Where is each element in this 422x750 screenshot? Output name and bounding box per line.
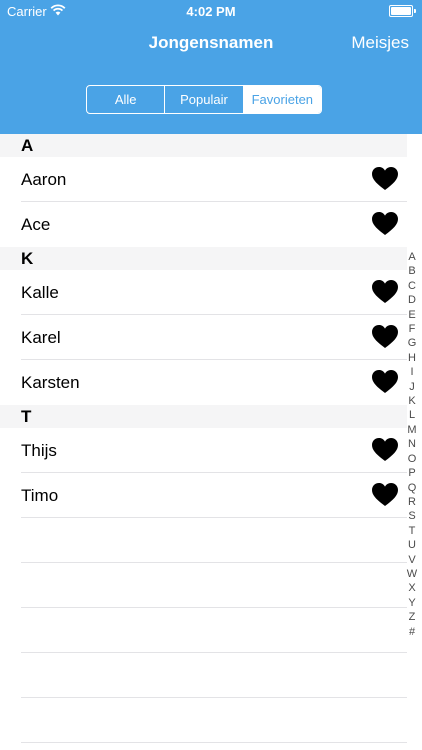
list-item[interactable]: Timo [21, 473, 407, 518]
name-label: Aaron [21, 170, 67, 189]
index-letter[interactable]: I [410, 365, 413, 379]
list-item[interactable]: Ace [21, 202, 407, 247]
navigation-header: Carrier 4:02 PM Jongensnamen Meisjes All… [0, 0, 422, 134]
index-letter[interactable]: T [409, 524, 416, 538]
index-letter[interactable]: # [409, 625, 415, 639]
index-letter[interactable]: Q [408, 481, 417, 495]
index-letter[interactable]: O [408, 452, 417, 466]
heart-icon[interactable] [372, 325, 398, 349]
index-letter[interactable]: V [408, 553, 415, 567]
index-letter[interactable]: G [408, 336, 417, 350]
status-time: 4:02 PM [186, 4, 236, 19]
segment-alle[interactable]: Alle [87, 86, 166, 113]
index-letter[interactable]: E [408, 308, 415, 322]
empty-row [21, 563, 407, 608]
list-item[interactable]: Karel [21, 315, 407, 360]
empty-row [21, 518, 407, 563]
heart-icon[interactable] [372, 280, 398, 304]
index-letter[interactable]: L [409, 408, 415, 422]
list-item[interactable]: Thijs [21, 428, 407, 473]
index-letter[interactable]: M [407, 423, 416, 437]
names-list: A Aaron Ace K Kalle Karel Karsten T Thij… [0, 134, 407, 743]
index-letter[interactable]: A [408, 250, 415, 264]
index-letter[interactable]: R [408, 495, 416, 509]
name-label: Ace [21, 215, 51, 234]
index-letter[interactable]: F [409, 322, 416, 336]
battery-icon [389, 5, 416, 17]
index-letter[interactable]: H [408, 351, 416, 365]
index-letter[interactable]: C [408, 279, 416, 293]
section-header-t: T [0, 405, 407, 428]
list-item[interactable]: Karsten [21, 360, 407, 405]
list-item[interactable]: Aaron [21, 157, 407, 202]
index-letter[interactable]: U [408, 538, 416, 552]
segment-populair[interactable]: Populair [165, 86, 244, 113]
heart-icon[interactable] [372, 483, 398, 507]
index-letter[interactable]: S [408, 509, 415, 523]
index-letter[interactable]: D [408, 293, 416, 307]
section-index-bar[interactable]: A B C D E F G H I J K L M N O P Q R S T U V W X Y Z # [405, 250, 419, 639]
section-header-a: A [0, 134, 407, 157]
heart-icon[interactable] [372, 438, 398, 462]
filter-segmented-control: Alle Populair Favorieten [86, 85, 322, 114]
index-letter[interactable]: J [409, 380, 415, 394]
name-label: Karsten [21, 373, 80, 392]
index-letter[interactable]: B [408, 264, 415, 278]
heart-icon[interactable] [372, 167, 398, 191]
empty-row [21, 608, 407, 653]
name-label: Kalle [21, 283, 59, 302]
list-item[interactable]: Kalle [21, 270, 407, 315]
empty-row [21, 653, 407, 698]
name-label: Thijs [21, 441, 57, 460]
name-label: Timo [21, 486, 59, 505]
section-header-k: K [0, 247, 407, 270]
girls-names-button[interactable]: Meisjes [351, 33, 409, 53]
index-letter[interactable]: P [408, 466, 415, 480]
index-letter[interactable]: N [408, 437, 416, 451]
empty-row [21, 698, 407, 743]
index-letter[interactable]: X [408, 581, 415, 595]
index-letter[interactable]: K [408, 394, 415, 408]
heart-icon[interactable] [372, 212, 398, 236]
name-label: Karel [21, 328, 61, 347]
heart-icon[interactable] [372, 370, 398, 394]
index-letter[interactable]: Z [409, 610, 416, 624]
status-bar: Carrier 4:02 PM [0, 0, 422, 22]
index-letter[interactable]: W [407, 567, 417, 581]
segment-favorieten[interactable]: Favorieten [243, 86, 321, 113]
index-letter[interactable]: Y [408, 596, 415, 610]
